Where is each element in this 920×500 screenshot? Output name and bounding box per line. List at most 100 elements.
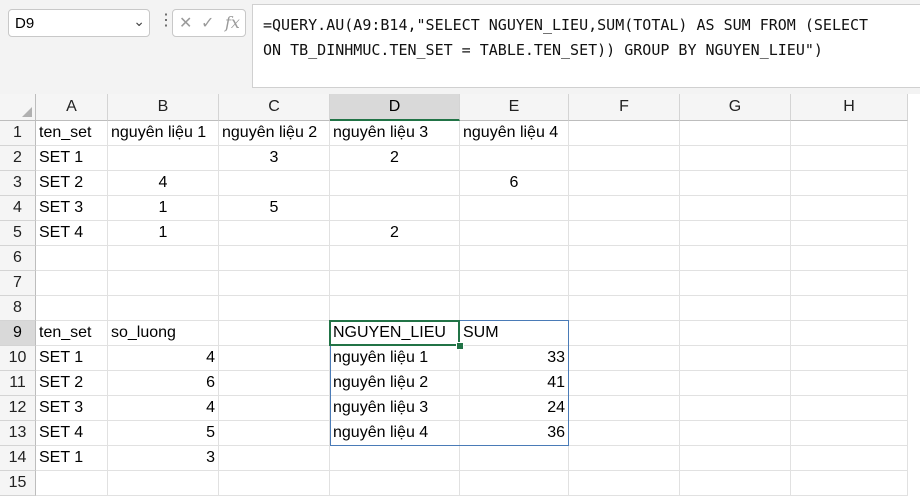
row-header-13[interactable]: 13 bbox=[0, 421, 36, 446]
cell-f15[interactable] bbox=[569, 471, 680, 496]
cell-h9[interactable] bbox=[791, 321, 908, 346]
cell-g9[interactable] bbox=[680, 321, 791, 346]
cell-f7[interactable] bbox=[569, 271, 680, 296]
cell-c4[interactable]: 5 bbox=[219, 196, 330, 221]
cell-f2[interactable] bbox=[569, 146, 680, 171]
column-header-d[interactable]: D bbox=[330, 94, 460, 121]
cell-a11[interactable]: SET 2 bbox=[36, 371, 108, 396]
cancel-icon[interactable]: ✕ bbox=[179, 13, 192, 33]
cell-h3[interactable] bbox=[791, 171, 908, 196]
cell-e2[interactable] bbox=[460, 146, 569, 171]
cell-e5[interactable] bbox=[460, 221, 569, 246]
cell-c11[interactable] bbox=[219, 371, 330, 396]
row-header-3[interactable]: 3 bbox=[0, 171, 36, 196]
row-header-14[interactable]: 14 bbox=[0, 446, 36, 471]
cell-h11[interactable] bbox=[791, 371, 908, 396]
cell-c9[interactable] bbox=[219, 321, 330, 346]
cell-e6[interactable] bbox=[460, 246, 569, 271]
insert-function-icon[interactable]: fx bbox=[225, 13, 240, 32]
cell-f1[interactable] bbox=[569, 121, 680, 146]
cell-a15[interactable] bbox=[36, 471, 108, 496]
cell-c7[interactable] bbox=[219, 271, 330, 296]
column-header-f[interactable]: F bbox=[569, 94, 680, 121]
cell-h10[interactable] bbox=[791, 346, 908, 371]
cell-d10[interactable]: nguyên liệu 1 bbox=[330, 346, 460, 371]
cell-e3[interactable]: 6 bbox=[460, 171, 569, 196]
cell-g15[interactable] bbox=[680, 471, 791, 496]
column-header-c[interactable]: C bbox=[219, 94, 330, 121]
cell-b4[interactable]: 1 bbox=[108, 196, 219, 221]
cell-b7[interactable] bbox=[108, 271, 219, 296]
cell-f13[interactable] bbox=[569, 421, 680, 446]
cell-g3[interactable] bbox=[680, 171, 791, 196]
cell-d5[interactable]: 2 bbox=[330, 221, 460, 246]
cell-c3[interactable] bbox=[219, 171, 330, 196]
cell-b5[interactable]: 1 bbox=[108, 221, 219, 246]
cell-d1[interactable]: nguyên liệu 3 bbox=[330, 121, 460, 146]
cell-d4[interactable] bbox=[330, 196, 460, 221]
column-header-b[interactable]: B bbox=[108, 94, 219, 121]
cell-d8[interactable] bbox=[330, 296, 460, 321]
cell-a8[interactable] bbox=[36, 296, 108, 321]
cell-g6[interactable] bbox=[680, 246, 791, 271]
cell-h14[interactable] bbox=[791, 446, 908, 471]
cell-e4[interactable] bbox=[460, 196, 569, 221]
cell-b15[interactable] bbox=[108, 471, 219, 496]
cell-a7[interactable] bbox=[36, 271, 108, 296]
fill-handle[interactable] bbox=[456, 342, 464, 350]
cell-h12[interactable] bbox=[791, 396, 908, 421]
cell-b2[interactable] bbox=[108, 146, 219, 171]
cell-g4[interactable] bbox=[680, 196, 791, 221]
cell-f6[interactable] bbox=[569, 246, 680, 271]
row-header-7[interactable]: 7 bbox=[0, 271, 36, 296]
cell-e7[interactable] bbox=[460, 271, 569, 296]
row-header-2[interactable]: 2 bbox=[0, 146, 36, 171]
cell-c5[interactable] bbox=[219, 221, 330, 246]
cell-a10[interactable]: SET 1 bbox=[36, 346, 108, 371]
cell-f10[interactable] bbox=[569, 346, 680, 371]
cell-a12[interactable]: SET 3 bbox=[36, 396, 108, 421]
cell-f5[interactable] bbox=[569, 221, 680, 246]
cell-b11[interactable]: 6 bbox=[108, 371, 219, 396]
cell-g10[interactable] bbox=[680, 346, 791, 371]
cell-b13[interactable]: 5 bbox=[108, 421, 219, 446]
cell-b14[interactable]: 3 bbox=[108, 446, 219, 471]
row-header-12[interactable]: 12 bbox=[0, 396, 36, 421]
cell-e10[interactable]: 33 bbox=[460, 346, 569, 371]
cell-a3[interactable]: SET 2 bbox=[36, 171, 108, 196]
cell-b3[interactable]: 4 bbox=[108, 171, 219, 196]
cell-c10[interactable] bbox=[219, 346, 330, 371]
cell-h8[interactable] bbox=[791, 296, 908, 321]
cell-g2[interactable] bbox=[680, 146, 791, 171]
cell-g1[interactable] bbox=[680, 121, 791, 146]
cell-h4[interactable] bbox=[791, 196, 908, 221]
cell-g7[interactable] bbox=[680, 271, 791, 296]
cell-h13[interactable] bbox=[791, 421, 908, 446]
cell-h7[interactable] bbox=[791, 271, 908, 296]
cell-a13[interactable]: SET 4 bbox=[36, 421, 108, 446]
column-header-e[interactable]: E bbox=[460, 94, 569, 121]
cell-g8[interactable] bbox=[680, 296, 791, 321]
cell-a4[interactable]: SET 3 bbox=[36, 196, 108, 221]
chevron-down-icon[interactable]: ⌄ bbox=[133, 13, 145, 30]
cell-c15[interactable] bbox=[219, 471, 330, 496]
cell-g11[interactable] bbox=[680, 371, 791, 396]
cell-b12[interactable]: 4 bbox=[108, 396, 219, 421]
cell-h15[interactable] bbox=[791, 471, 908, 496]
select-all-button[interactable] bbox=[0, 94, 36, 121]
cell-a6[interactable] bbox=[36, 246, 108, 271]
cell-f4[interactable] bbox=[569, 196, 680, 221]
row-header-11[interactable]: 11 bbox=[0, 371, 36, 396]
row-header-1[interactable]: 1 bbox=[0, 121, 36, 146]
cell-g12[interactable] bbox=[680, 396, 791, 421]
cell-d3[interactable] bbox=[330, 171, 460, 196]
cell-e14[interactable] bbox=[460, 446, 569, 471]
row-header-9[interactable]: 9 bbox=[0, 321, 36, 346]
column-header-g[interactable]: G bbox=[680, 94, 791, 121]
column-header-h[interactable]: H bbox=[791, 94, 908, 121]
cell-a1[interactable]: ten_set bbox=[36, 121, 108, 146]
row-header-8[interactable]: 8 bbox=[0, 296, 36, 321]
cell-d14[interactable] bbox=[330, 446, 460, 471]
cell-h5[interactable] bbox=[791, 221, 908, 246]
name-box[interactable]: D9 ⌄ bbox=[8, 9, 150, 37]
